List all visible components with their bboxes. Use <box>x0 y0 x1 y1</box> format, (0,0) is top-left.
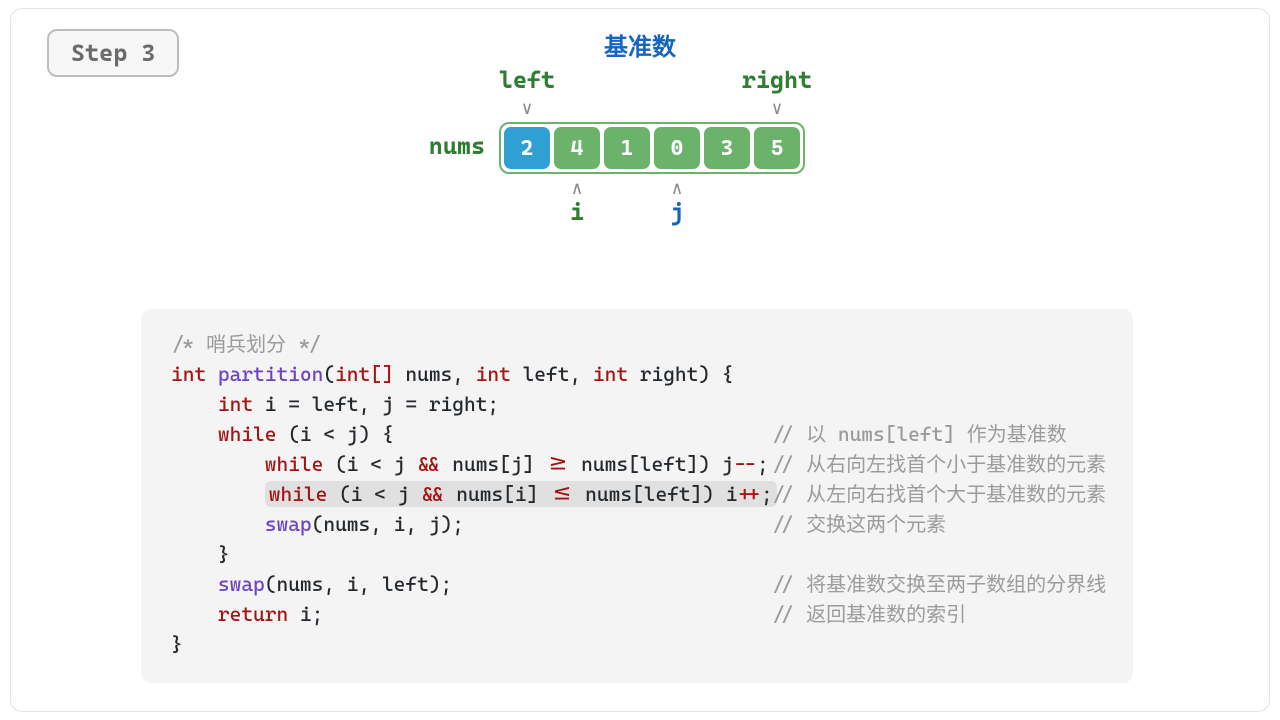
code-comment: // 交换这两个元素 <box>771 509 946 539</box>
array-cell: 4 <box>554 127 600 169</box>
pivot-label: 基准数 <box>11 27 1269 62</box>
code-line: int i = left, j = right; <box>141 389 1133 419</box>
code-function: swap <box>265 512 312 536</box>
code-text <box>171 602 218 626</box>
code-comment: /* 哨兵划分 */ <box>171 332 321 356</box>
code-text: nums[i] <box>445 482 550 506</box>
code-function: swap <box>218 572 265 596</box>
code-comment: // 返回基准数的索引 <box>771 599 966 629</box>
code-text: (i < j) { <box>276 422 393 446</box>
code-keyword: int <box>476 362 511 386</box>
code-text: i = left, j = right; <box>253 392 499 416</box>
code-comment: // 从左向右找首个大于基准数的元素 <box>771 479 1106 509</box>
code-text: , <box>452 362 475 386</box>
code-text: nums[j] <box>441 452 546 476</box>
code-line: } <box>141 539 1133 569</box>
array-row: nums 241035 <box>11 122 1269 174</box>
code-line: } <box>141 629 1133 659</box>
chevron-up-icon: ∧ <box>572 178 583 199</box>
code-keyword: int <box>171 362 206 386</box>
code-type: int[] <box>335 362 394 386</box>
code-line: /* 哨兵划分 */ <box>141 329 1133 359</box>
chevron-up-icon: ∧ <box>672 178 683 199</box>
array-frame: 241035 <box>499 122 805 174</box>
array-cell: 1 <box>604 127 650 169</box>
code-text <box>171 452 265 476</box>
code-text: (i < j <box>323 452 417 476</box>
pointer-top-arrows: ∨ ∨ <box>11 100 1269 122</box>
highlight: while (i < j && nums[i] <= nums[left]) i… <box>265 481 777 507</box>
i-label: i <box>570 198 584 226</box>
code-comment: // 以 nums[left] 作为基准数 <box>771 419 1067 449</box>
code-line-highlighted: while (i < j && nums[i] <= nums[left]) i… <box>141 479 1133 509</box>
code-line: return i; // 返回基准数的索引 <box>141 599 1133 629</box>
code-text <box>394 362 406 386</box>
code-line: while (i < j) { // 以 nums[left] 作为基准数 <box>141 419 1133 449</box>
code-text <box>171 512 265 536</box>
code-text <box>206 362 218 386</box>
code-text: nums[left]) j <box>569 452 733 476</box>
array-cell: 2 <box>504 127 550 169</box>
code-keyword: while <box>269 482 328 506</box>
code-text: ( <box>323 362 335 386</box>
code-var: right <box>640 362 699 386</box>
pointer-top-row: left right <box>11 66 1269 100</box>
code-line: while (i < j && nums[j] >= nums[left]) j… <box>141 449 1133 479</box>
code-keyword: int <box>593 362 628 386</box>
code-text: ) { <box>698 362 733 386</box>
code-text: (nums, i, j); <box>312 512 464 536</box>
code-text <box>171 482 265 506</box>
diagram-canvas: Step 3 基准数 left right ∨ ∨ nums 241035 ∧ … <box>10 8 1270 712</box>
code-keyword: while <box>218 422 277 446</box>
code-text <box>628 362 640 386</box>
code-op: && <box>417 452 440 476</box>
chevron-down-icon: ∨ <box>522 100 533 118</box>
array-cell: 5 <box>754 127 800 169</box>
j-label: j <box>670 198 684 226</box>
code-block: /* 哨兵划分 */ int partition(int[] nums, int… <box>141 309 1133 683</box>
code-text <box>171 392 218 416</box>
code-var: nums <box>405 362 452 386</box>
code-keyword: while <box>265 452 324 476</box>
pointer-bottom-row: ∧ ∧ i j <box>11 174 1269 234</box>
code-op: >= <box>546 452 569 476</box>
code-text: , <box>569 362 592 386</box>
code-op: <= <box>550 482 573 506</box>
code-op: && <box>421 482 444 506</box>
array-cell: 3 <box>704 127 750 169</box>
code-text: nums[left]) i <box>573 482 737 506</box>
code-line: swap(nums, i, j); // 交换这两个元素 <box>141 509 1133 539</box>
code-line: int partition(int[] nums, int left, int … <box>141 359 1133 389</box>
code-text <box>511 362 523 386</box>
code-text <box>171 422 218 446</box>
code-text: i; <box>288 602 323 626</box>
left-label: left <box>499 66 555 94</box>
code-line: swap(nums, i, left); // 将基准数交换至两子数组的分界线 <box>141 569 1133 599</box>
code-text <box>171 572 218 596</box>
code-text: } <box>171 542 230 566</box>
array-diagram: 基准数 left right ∨ ∨ nums 241035 ∧ ∧ i j <box>11 27 1269 234</box>
code-op: ++ <box>738 482 761 506</box>
nums-label: nums <box>429 132 485 160</box>
code-op: -- <box>734 452 757 476</box>
right-label: right <box>742 66 812 94</box>
code-text: (nums, i, left); <box>265 572 453 596</box>
code-comment: // 将基准数交换至两子数组的分界线 <box>771 569 1106 599</box>
code-function: partition <box>218 362 323 386</box>
code-keyword: int <box>218 392 253 416</box>
code-var: left <box>523 362 570 386</box>
code-text: } <box>171 632 183 656</box>
code-keyword: return <box>218 602 288 626</box>
code-text: (i < j <box>327 482 421 506</box>
array-cell: 0 <box>654 127 700 169</box>
code-comment: // 从右向左找首个小于基准数的元素 <box>771 449 1106 479</box>
code-text: ; <box>757 452 769 476</box>
chevron-down-icon: ∨ <box>772 100 783 118</box>
